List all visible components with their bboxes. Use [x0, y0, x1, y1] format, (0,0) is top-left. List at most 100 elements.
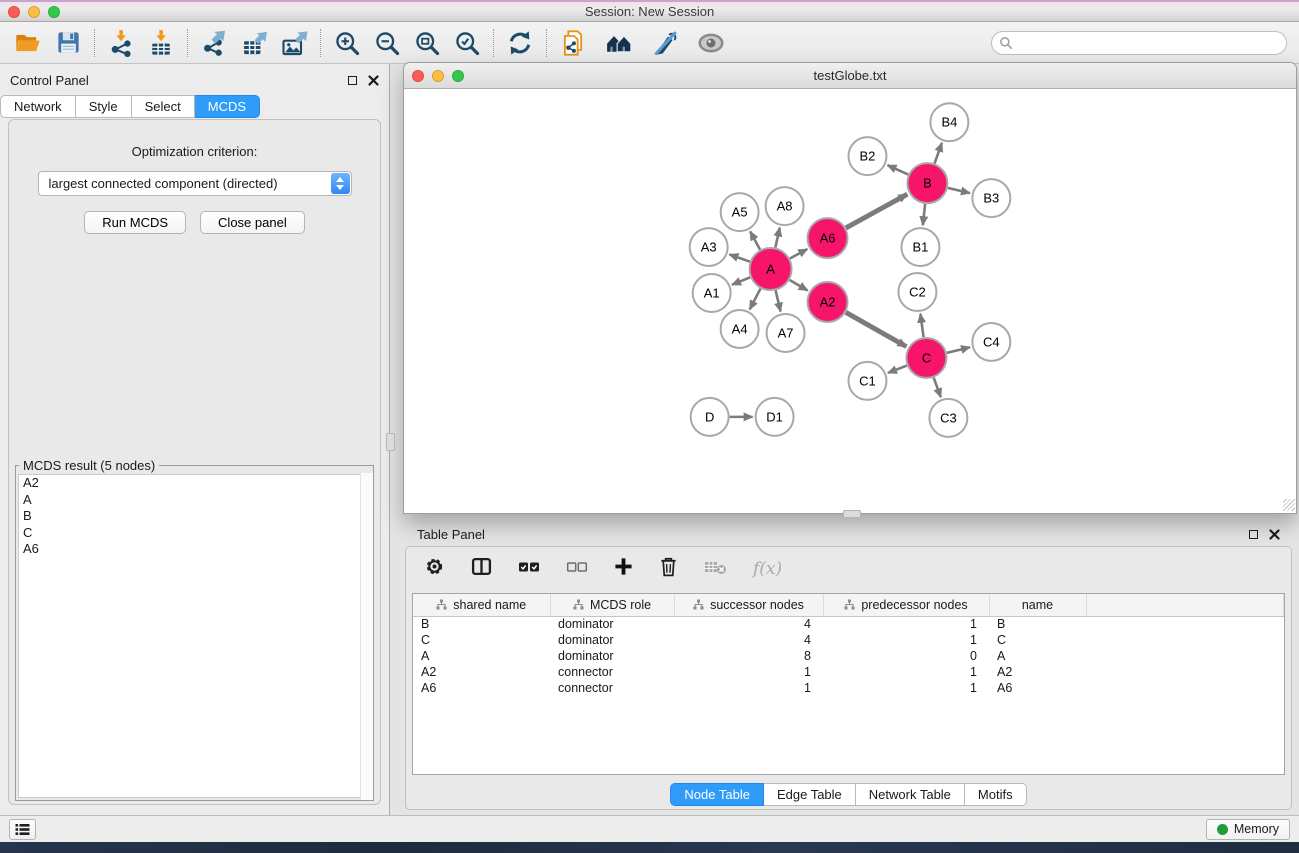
mcds-result-item[interactable]: B [19, 508, 370, 525]
delete-table-icon[interactable] [704, 559, 727, 580]
export-table-icon[interactable] [238, 27, 270, 59]
export-image-icon[interactable] [278, 27, 310, 59]
vertical-split-handle[interactable] [386, 433, 395, 451]
network-canvas[interactable]: B4B2BB3B1A5A8A3A6AA1A2C2A4A7C4CC1C3DD1 [404, 89, 1296, 512]
deselect-all-checkboxes-icon[interactable] [566, 560, 588, 579]
edge-A-A5[interactable] [750, 231, 760, 249]
import-network-icon[interactable] [105, 27, 137, 59]
tab-node-table[interactable]: Node Table [670, 783, 764, 806]
open-file-icon[interactable] [12, 27, 44, 59]
network-window-titlebar[interactable]: testGlobe.txt [404, 63, 1296, 89]
edge-A-A7[interactable] [776, 290, 781, 311]
show-graphics-details-icon[interactable] [695, 27, 727, 59]
save-session-icon[interactable] [52, 27, 84, 59]
export-network-icon[interactable] [198, 27, 230, 59]
mcds-result-item[interactable]: A6 [19, 541, 370, 558]
column-header-shared-name[interactable]: shared name [413, 594, 550, 616]
table-row[interactable]: A2connector11A2 [413, 664, 1284, 680]
tab-select[interactable]: Select [132, 95, 195, 118]
zoom-selected-icon[interactable] [451, 27, 483, 59]
edge-B-B2[interactable] [888, 165, 909, 174]
edge-A6-B[interactable] [846, 194, 907, 228]
task-history-button[interactable] [9, 819, 36, 840]
edge-A-A4[interactable] [750, 289, 761, 310]
scrollbar-track[interactable] [360, 473, 373, 800]
mcds-result-item[interactable]: C [19, 525, 370, 542]
column-header-successor-nodes[interactable]: successor nodes [674, 594, 823, 616]
column-header-mcds-role[interactable]: MCDS role [550, 594, 674, 616]
delete-row-icon[interactable] [659, 556, 678, 582]
edge-A-A1[interactable] [732, 277, 750, 284]
toolbar-separator [94, 29, 95, 57]
table-row[interactable]: A6connector11A6 [413, 680, 1284, 696]
add-row-icon[interactable] [614, 557, 633, 581]
tab-mcds[interactable]: MCDS [195, 95, 260, 118]
edge-C-C1[interactable] [888, 366, 907, 373]
node-label-D1: D1 [766, 409, 783, 424]
edge-B-B1[interactable] [923, 204, 925, 225]
node-table: shared nameMCDS rolesuccessor nodesprede… [412, 593, 1285, 775]
edge-C-C4[interactable] [947, 347, 970, 353]
network-from-selection-icon[interactable] [557, 27, 589, 59]
settings-gear-icon[interactable] [424, 556, 445, 582]
table-panel-tabs: Node TableEdge TableNetwork TableMotifs [406, 783, 1291, 806]
zoom-in-icon[interactable] [331, 27, 363, 59]
table-row[interactable]: Adominator80A [413, 648, 1284, 664]
optimization-criterion-select[interactable]: largest connected component (directed) [38, 171, 352, 196]
hide-annotations-icon[interactable] [649, 27, 681, 59]
edge-A-A3[interactable] [729, 254, 750, 261]
node-label-A2: A2 [820, 294, 836, 309]
tab-network-table[interactable]: Network Table [856, 783, 965, 806]
optimization-criterion-value: largest connected component (directed) [49, 176, 278, 191]
mcds-result-item[interactable]: A [19, 492, 370, 509]
node-label-A1: A1 [704, 286, 720, 301]
memory-button[interactable]: Memory [1206, 819, 1290, 840]
node-label-A3: A3 [701, 240, 717, 255]
network-graph[interactable]: B4B2BB3B1A5A8A3A6AA1A2C2A4A7C4CC1C3DD1 [404, 89, 1296, 512]
close-panel-icon[interactable] [1269, 529, 1280, 540]
close-panel-icon[interactable] [368, 75, 379, 86]
main-toolbar [0, 22, 1299, 64]
select-all-checkboxes-icon[interactable] [518, 560, 540, 579]
edge-B-B3[interactable] [948, 188, 970, 193]
node-label-A4: A4 [732, 321, 748, 336]
window-resize-handle[interactable] [1283, 499, 1295, 511]
edge-A2-C[interactable] [846, 312, 907, 346]
edge-A-A6[interactable] [790, 249, 807, 258]
mcds-result-item[interactable]: A2 [19, 475, 370, 492]
tab-motifs[interactable]: Motifs [965, 783, 1027, 806]
close-panel-button[interactable]: Close panel [200, 211, 305, 234]
edge-C-C3[interactable] [934, 378, 941, 398]
column-header-name[interactable]: name [989, 594, 1086, 616]
horizontal-split-handle[interactable] [843, 510, 861, 518]
app-titlebar: Session: New Session [0, 0, 1299, 22]
list-icon [15, 823, 30, 836]
edge-C-C2[interactable] [920, 314, 923, 337]
search-icon [999, 36, 1013, 50]
search-input[interactable] [991, 31, 1287, 55]
zoom-fit-icon[interactable] [411, 27, 443, 59]
run-mcds-button[interactable]: Run MCDS [84, 211, 186, 234]
zoom-out-icon[interactable] [371, 27, 403, 59]
column-layout-icon[interactable] [471, 556, 492, 582]
edge-A-A2[interactable] [790, 280, 808, 290]
edge-B-B4[interactable] [935, 143, 942, 164]
import-table-icon[interactable] [145, 27, 177, 59]
mcds-result-list: A2ABCA6 [18, 474, 371, 798]
mcds-result-box: MCDS result (5 nodes) A2ABCA6 [15, 458, 374, 801]
float-panel-icon[interactable] [348, 76, 357, 85]
table-row[interactable]: Bdominator41B [413, 616, 1284, 632]
column-header-predecessor-nodes[interactable]: predecessor nodes [823, 594, 989, 616]
tab-network[interactable]: Network [0, 95, 76, 118]
node-label-A: A [766, 262, 775, 277]
refresh-layout-icon[interactable] [504, 27, 536, 59]
table-row[interactable]: Cdominator41C [413, 632, 1284, 648]
node-label-C3: C3 [940, 410, 957, 425]
float-panel-icon[interactable] [1249, 530, 1258, 539]
edge-A-A8[interactable] [775, 228, 779, 248]
tab-style[interactable]: Style [76, 95, 132, 118]
tab-edge-table[interactable]: Edge Table [764, 783, 856, 806]
network-window-title: testGlobe.txt [404, 68, 1296, 83]
function-builder-icon[interactable]: f(x) [753, 559, 782, 579]
open-session-home-icon[interactable] [603, 27, 635, 59]
